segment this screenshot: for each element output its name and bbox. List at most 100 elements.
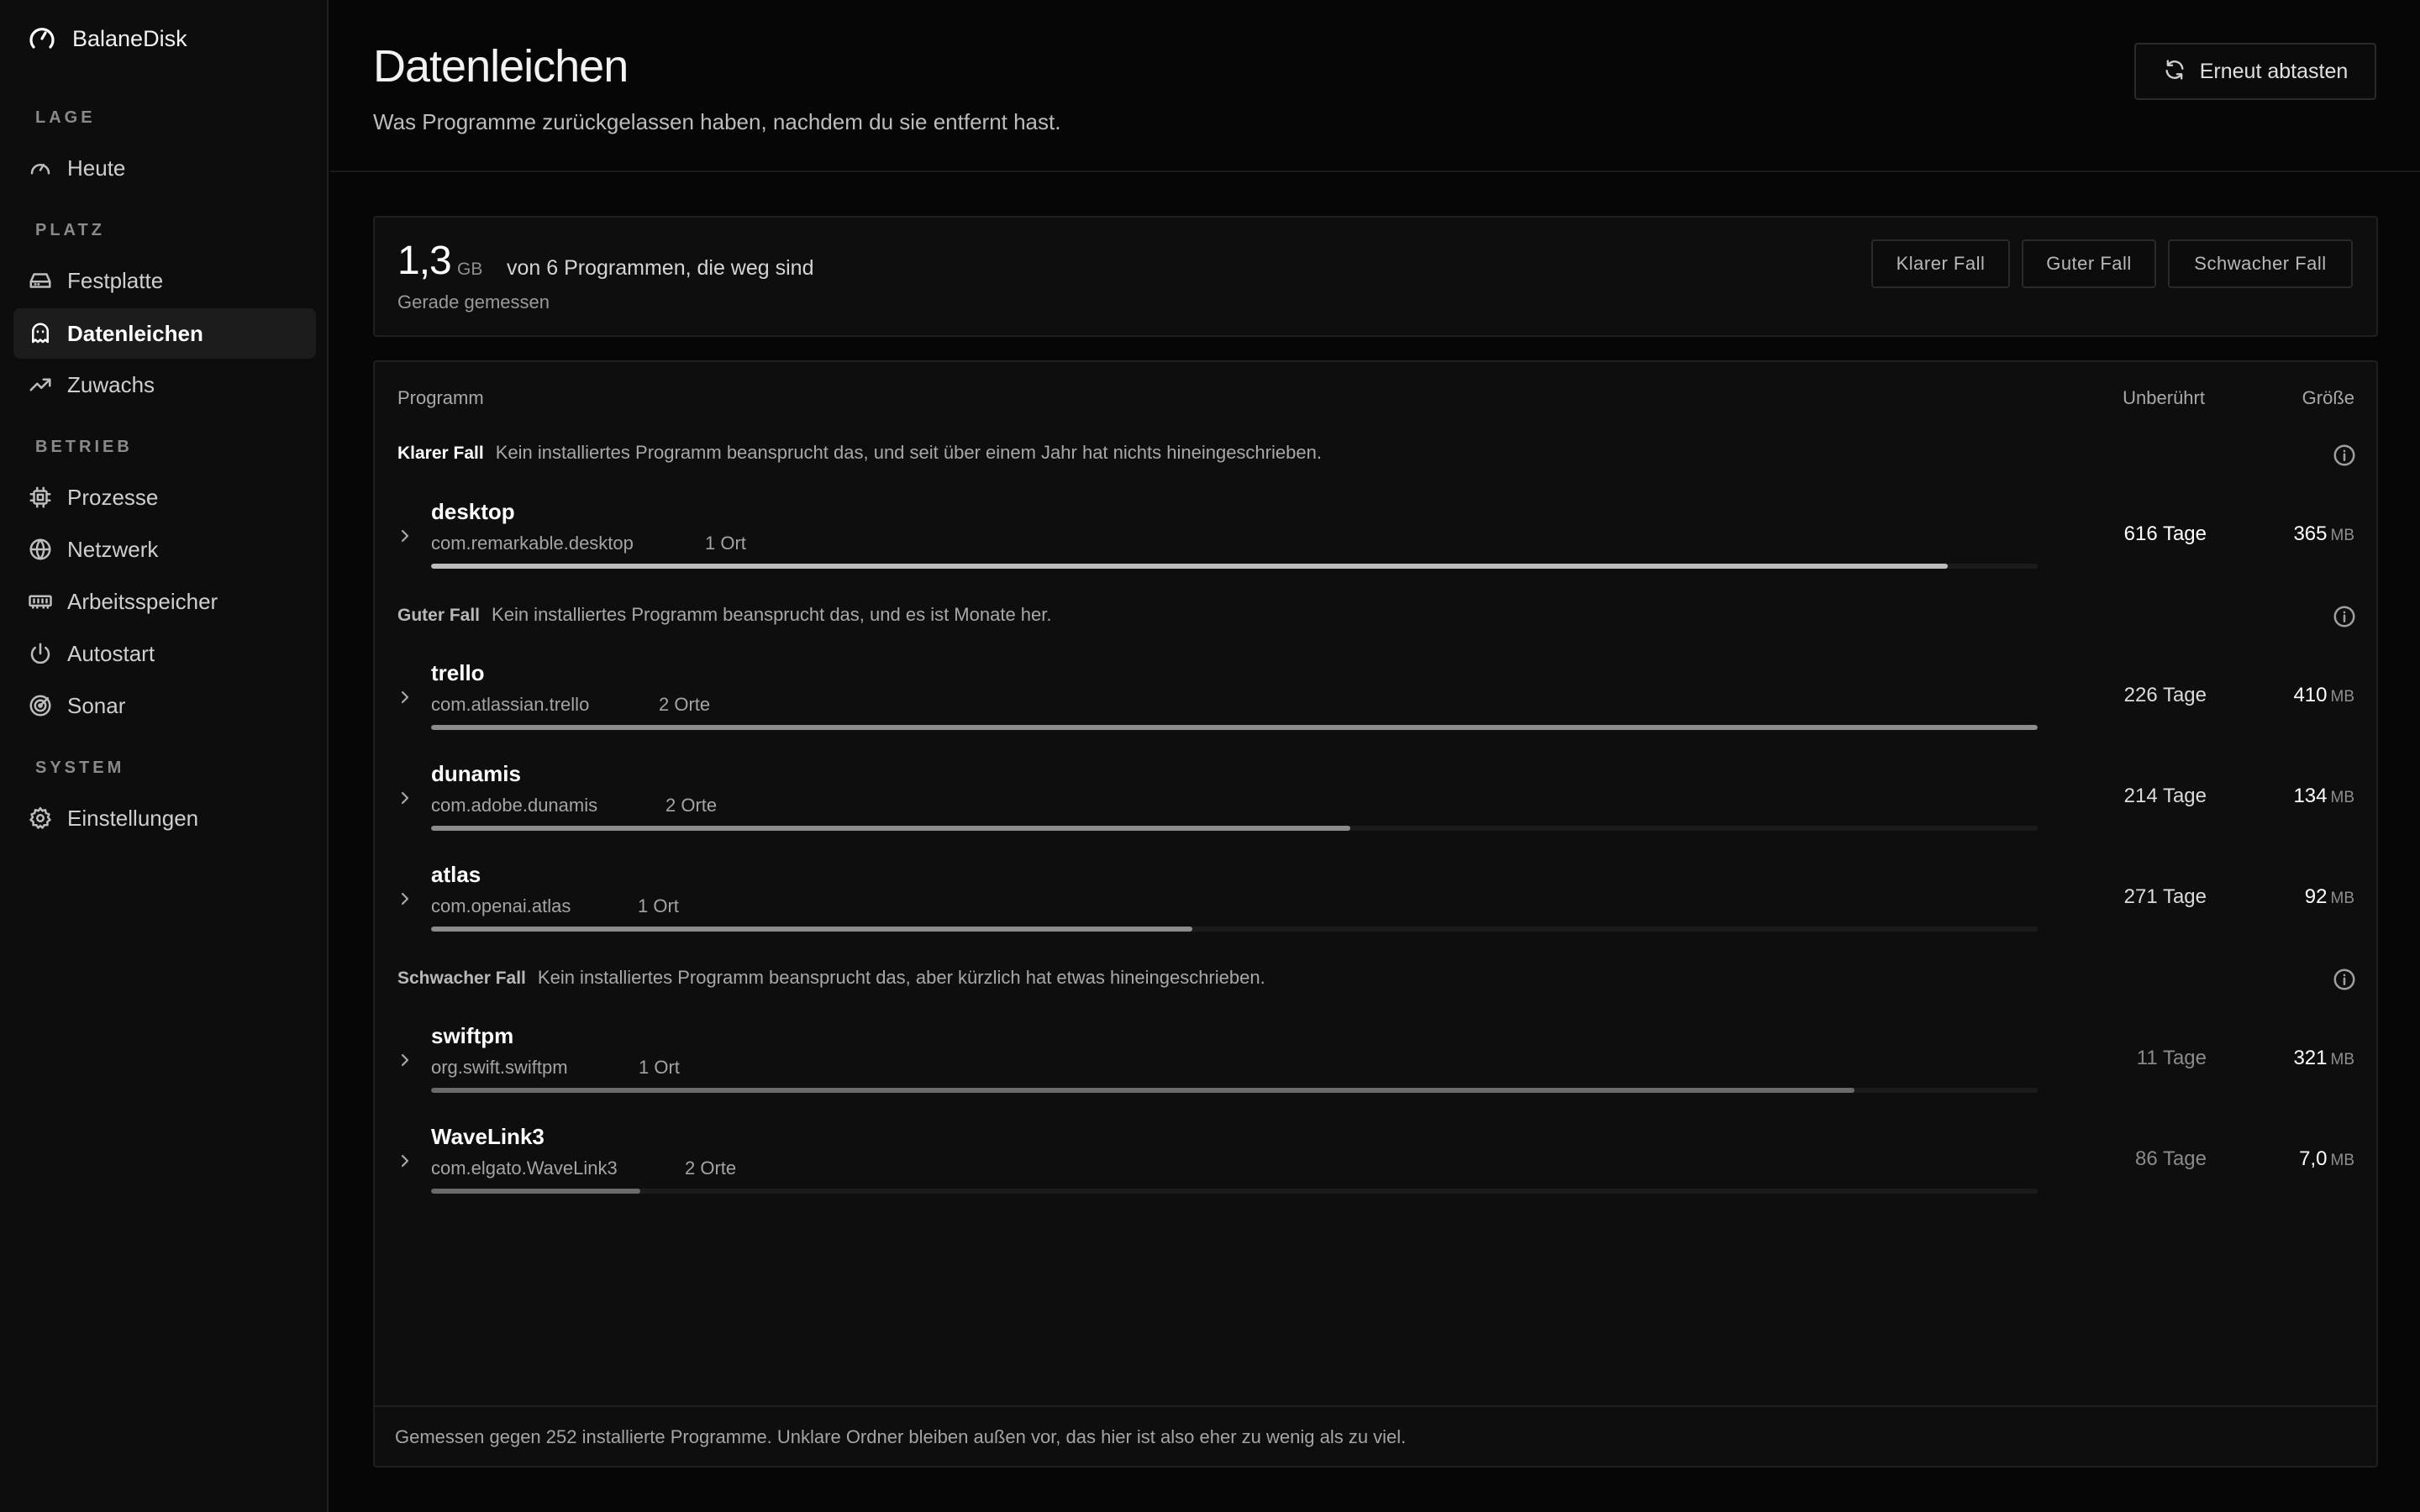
info-icon[interactable] [2332,604,2357,629]
bundle-id: org.swift.swiftpm [431,1057,568,1078]
program-name: desktop [431,499,515,524]
chevron-right-icon[interactable] [395,687,415,707]
table-row[interactable]: desktop com.remarkable.desktop 1 Ort 616… [375,489,2378,581]
sidebar-item-label: Datenleichen [67,320,203,346]
size-bar [431,725,2038,730]
chevron-right-icon[interactable] [395,889,415,909]
location-count: 1 Ort [705,533,746,554]
untouched-days: 226 Tage [2123,684,2207,706]
sidebar-item-label: Heute [67,155,126,181]
size-value: 365 MB [2293,522,2354,545]
main-content: Datenleichen Was Programme zurückgelasse… [330,0,2420,1512]
page-title: Datenleichen [373,41,629,92]
filter-schwacher-fall-button[interactable]: Schwacher Fall [2168,239,2353,288]
sidebar-item-label: Einstellungen [67,805,199,831]
filter-klarer-fall-button[interactable]: Klarer Fall [1871,239,2010,288]
untouched-days: 616 Tage [2123,522,2207,545]
radar-icon [27,692,54,719]
sidebar-item-autostart[interactable]: Autostart [13,628,316,679]
sidebar-item-heute[interactable]: Heute [13,143,316,193]
table-row[interactable]: atlas com.openai.atlas 1 Ort 271 Tage 92… [375,852,2378,944]
table-row[interactable]: WaveLink3 com.elgato.WaveLink3 2 Orte 86… [375,1114,2378,1206]
summary-card: 1,3 GB von 6 Programmen, die weg sind Ge… [373,216,2378,337]
filter-guter-fall-button[interactable]: Guter Fall [2022,239,2156,288]
chevron-right-icon[interactable] [395,788,415,808]
total-size-value: 1,3 [397,239,452,283]
table-row[interactable]: swiftpm org.swift.swiftpm 1 Ort 11 Tage … [375,1013,2378,1105]
ghost-icon [27,320,54,347]
untouched-days: 271 Tage [2123,885,2207,908]
sidebar-item-festplatte[interactable]: Festplatte [13,255,316,306]
group-name: Schwacher Fall [397,969,526,988]
sidebar-item-netzwerk[interactable]: Netzwerk [13,524,316,575]
info-icon[interactable] [2332,967,2357,992]
hard-drive-icon [27,267,54,294]
bundle-id: com.adobe.dunamis [431,795,598,816]
chevron-right-icon[interactable] [395,526,415,546]
untouched-days: 86 Tage [2135,1147,2207,1170]
program-name: atlas [431,862,481,887]
sidebar-item-label: Netzwerk [67,536,159,562]
brand[interactable]: BalaneDisk [27,22,187,55]
untouched-days: 214 Tage [2123,785,2207,807]
sidebar-item-einstellungen[interactable]: Einstellungen [13,793,316,843]
program-name: dunamis [431,761,521,786]
chevron-right-icon[interactable] [395,1151,415,1171]
info-icon[interactable] [2332,443,2357,468]
sidebar-item-sonar[interactable]: Sonar [13,680,316,731]
sidebar-item-label: Arbeitsspeicher [67,588,218,614]
group-description: Kein installiertes Programm beansprucht … [495,442,1322,463]
sidebar-item-label: Zuwachs [67,371,155,397]
group-description: Kein installiertes Programm beansprucht … [537,967,1265,988]
location-count: 1 Ort [638,895,679,916]
location-count: 2 Orte [659,694,711,715]
sidebar-item-datenleichen[interactable]: Datenleichen [13,308,316,359]
gauge-icon [27,155,54,181]
size-bar [431,1088,2038,1093]
column-header-program[interactable]: Programm [397,387,484,409]
refresh-icon [2163,58,2186,86]
sidebar-item-label: Prozesse [67,484,159,510]
group-name: Guter Fall [397,606,481,625]
location-count: 2 Orte [666,795,718,816]
size-bar-fill [431,564,1948,569]
chevron-right-icon[interactable] [395,1050,415,1070]
sidebar-item-label: Autostart [67,640,155,666]
size-bar-fill [431,1088,1855,1093]
untouched-days: 11 Tage [2136,1047,2207,1069]
group-header-klarer-fall: Klarer Fall Kein installiertes Programm … [397,442,1322,467]
trending-up-icon [27,371,54,398]
bundle-id: com.elgato.WaveLink3 [431,1158,618,1179]
size-value: 92 MB [2304,885,2354,908]
column-header-untouched[interactable]: Unberührt [2123,387,2205,409]
sidebar-item-zuwachs[interactable]: Zuwachs [13,360,316,410]
page-subtitle: Was Programme zurückgelassen haben, nach… [373,109,1061,134]
rescan-button[interactable]: Erneut abtasten [2134,43,2376,100]
section-label-platz: PLATZ [35,221,105,239]
size-value: 7,0 MB [2299,1147,2354,1170]
group-header-guter-fall: Guter Fall Kein installiertes Programm b… [397,604,1052,629]
app-name: BalaneDisk [72,25,187,51]
size-value: 321 MB [2293,1047,2354,1069]
size-bar-fill [431,927,1193,932]
sidebar: BalaneDisk LAGE Heute PLATZ Festplatte D… [0,0,329,1512]
group-description: Kein installiertes Programm beansprucht … [492,604,1052,625]
size-bar [431,826,2038,831]
total-size-unit: GB [457,260,483,279]
globe-icon [27,536,54,563]
table-row[interactable]: dunamis com.adobe.dunamis 2 Orte 214 Tag… [375,751,2378,843]
group-header-schwacher-fall: Schwacher Fall Kein installiertes Progra… [397,967,1265,992]
memory-icon [27,588,54,615]
size-bar-fill [431,725,2038,730]
size-bar [431,1189,2038,1194]
column-header-size[interactable]: Größe [2302,387,2354,409]
app-logo-icon [27,24,57,54]
sidebar-item-prozesse[interactable]: Prozesse [13,472,316,522]
bundle-id: com.atlassian.trello [431,694,590,715]
program-name: trello [431,660,485,685]
sidebar-item-label: Festplatte [67,267,164,293]
sidebar-item-arbeitsspeicher[interactable]: Arbeitsspeicher [13,576,316,627]
power-icon [27,640,54,667]
table-row[interactable]: trello com.atlassian.trello 2 Orte 226 T… [375,650,2378,743]
program-name: swiftpm [431,1023,514,1048]
